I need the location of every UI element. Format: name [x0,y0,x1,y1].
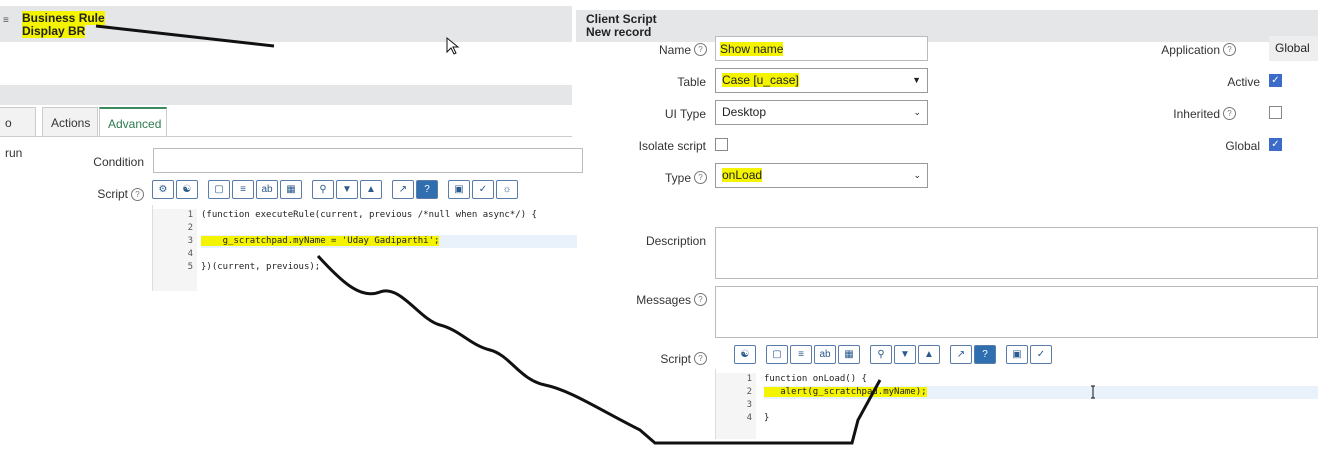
mouse-cursor-icon [446,36,460,55]
text-cursor-icon [1091,385,1095,399]
annotation-stroke [95,24,275,48]
annotation-overlay [95,24,1095,445]
annotation-connector [316,254,882,445]
